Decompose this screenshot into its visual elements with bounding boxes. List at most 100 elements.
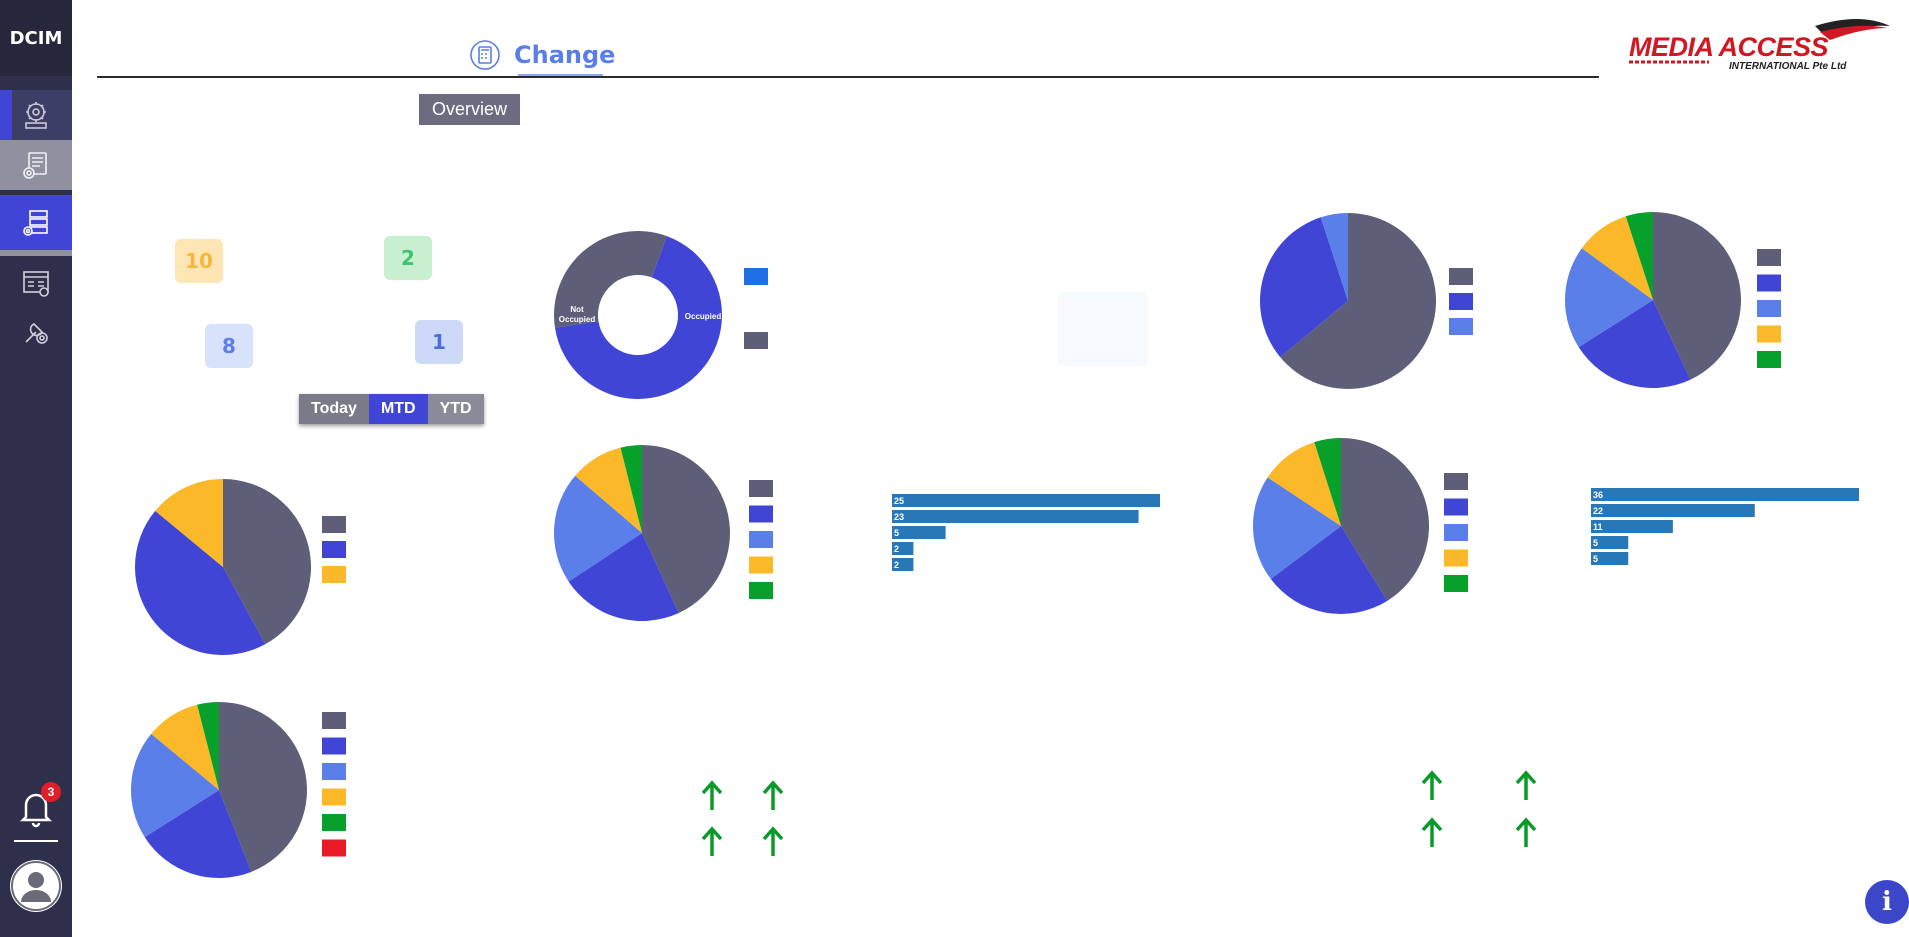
legend-pie-3 xyxy=(1444,473,1468,592)
bar-value-label: 23 xyxy=(894,512,904,522)
legend-donut xyxy=(744,268,768,349)
wrench-gear-icon xyxy=(25,323,48,344)
arrow-up-icon xyxy=(1421,817,1443,847)
period-ytd[interactable]: YTD xyxy=(427,394,484,424)
legend-swatch[interactable] xyxy=(744,268,768,285)
sidebar-item-settings-doc[interactable] xyxy=(0,140,72,190)
bar-value-label: 36 xyxy=(1593,490,1603,500)
notification-badge: 3 xyxy=(41,782,61,802)
sidebar-item-tools[interactable] xyxy=(0,307,72,357)
bar-value-label: 2 xyxy=(894,544,899,554)
legend-swatch[interactable] xyxy=(322,763,346,780)
legend-swatch[interactable] xyxy=(1757,274,1781,292)
legend-swatch[interactable] xyxy=(1757,249,1781,266)
kpi-rejected[interactable]: 1 xyxy=(415,320,463,364)
bar[interactable] xyxy=(1591,504,1755,517)
user-avatar[interactable] xyxy=(10,860,62,912)
legend-swatch[interactable] xyxy=(322,814,346,831)
bar-value-label: 2 xyxy=(894,560,899,570)
media-access-logo: MEDIA ACCESS INTERNATIONAL Pte Ltd xyxy=(1629,19,1890,72)
sidebar-item-dashboard[interactable] xyxy=(0,90,72,140)
chart-pie-6 xyxy=(131,702,308,878)
bar-value-label: 25 xyxy=(894,496,904,506)
kpi-completed[interactable]: 2 xyxy=(384,236,432,280)
overview-button[interactable]: Overview xyxy=(419,94,520,125)
period-today[interactable]: Today xyxy=(299,394,369,424)
svg-text:INTERNATIONAL Pte Ltd: INTERNATIONAL Pte Ltd xyxy=(1729,61,1847,72)
bar[interactable] xyxy=(892,494,1160,507)
legend-swatch[interactable] xyxy=(1757,300,1781,317)
legend-swatch[interactable] xyxy=(1449,268,1473,285)
header-divider xyxy=(97,76,1599,78)
legend-swatch[interactable] xyxy=(749,556,773,574)
sidebar: DCIM 3 xyxy=(0,0,72,937)
chart-pie-3 xyxy=(1253,438,1429,614)
chart-pie-2 xyxy=(554,445,731,621)
legend-swatch[interactable] xyxy=(1449,293,1473,310)
period-selector: Today MTD YTD xyxy=(299,394,484,424)
legend-swatch[interactable] xyxy=(749,582,773,599)
sidebar-divider xyxy=(14,840,58,842)
legend-swatch[interactable] xyxy=(744,332,768,349)
info-button[interactable]: i xyxy=(1865,880,1909,924)
kpi-open[interactable]: 10 xyxy=(175,239,223,283)
legend-swatch[interactable] xyxy=(1757,351,1781,368)
donut-label-occupied: Occupied xyxy=(685,312,722,321)
legend-swatch[interactable] xyxy=(1444,549,1468,567)
chart-donut-occupancy: OccupiedNot Occupied xyxy=(554,230,722,399)
arrow-up-icon xyxy=(762,826,784,856)
legend-swatch[interactable] xyxy=(1449,318,1473,335)
legend-swatch[interactable] xyxy=(749,531,773,548)
legend-swatch[interactable] xyxy=(1444,524,1468,541)
gear-dashboard-icon xyxy=(25,102,47,129)
sidebar-item-network[interactable] xyxy=(0,258,72,308)
legend-swatch[interactable] xyxy=(749,505,773,523)
legend-pie-1 xyxy=(322,516,346,583)
legend-swatch[interactable] xyxy=(322,516,346,533)
kpi-pending[interactable]: 8 xyxy=(205,324,253,368)
period-mtd[interactable]: MTD xyxy=(368,394,428,424)
legend-pie-6 xyxy=(322,712,346,857)
legend-swatch[interactable] xyxy=(1757,325,1781,343)
bar[interactable] xyxy=(1591,488,1859,501)
calculator-icon xyxy=(470,40,500,70)
arrow-up-icon xyxy=(1421,770,1443,800)
legend-pie-4 xyxy=(1757,249,1781,368)
chart-pie-4 xyxy=(1565,212,1741,388)
bar[interactable] xyxy=(892,510,1139,523)
legend-swatch[interactable] xyxy=(322,712,346,729)
faint-placeholder-card xyxy=(1058,292,1148,366)
legend-pie-2 xyxy=(749,480,773,599)
chart-bar-2: 36 22 11 5 5 xyxy=(1591,488,1859,565)
legend-swatch[interactable] xyxy=(322,541,346,558)
chart-pie-1 xyxy=(134,479,311,655)
legend-swatch[interactable] xyxy=(1444,498,1468,516)
svg-text:MEDIA ACCESS: MEDIA ACCESS xyxy=(1629,32,1829,62)
legend-swatch[interactable] xyxy=(322,566,346,583)
legend-swatch[interactable] xyxy=(749,480,773,497)
arrow-up-icon xyxy=(1515,770,1537,800)
chart-bar-1: 25 23 5 2 2 xyxy=(892,494,1160,571)
brand-logo[interactable]: DCIM xyxy=(0,0,72,76)
tab-change[interactable]: Change xyxy=(468,30,615,80)
bar-value-label: 5 xyxy=(1593,538,1598,548)
arrow-up-icon xyxy=(701,780,723,810)
legend-swatch[interactable] xyxy=(1444,575,1468,592)
bar-value-label: 5 xyxy=(894,528,899,538)
sidebar-item-servers[interactable] xyxy=(0,195,72,256)
legend-swatch[interactable] xyxy=(322,839,346,857)
legend-pie-5 xyxy=(1449,268,1473,335)
bar[interactable] xyxy=(892,526,946,539)
legend-swatch[interactable] xyxy=(322,737,346,755)
legend-swatch[interactable] xyxy=(1444,473,1468,490)
bar[interactable] xyxy=(1591,520,1673,533)
tab-change-label: Change xyxy=(514,41,616,69)
settings-document-icon xyxy=(23,152,47,179)
arrow-up-icon xyxy=(1515,817,1537,847)
bar-value-label: 5 xyxy=(1593,554,1598,564)
bar-value-label: 22 xyxy=(1593,506,1603,516)
network-panel-icon xyxy=(23,271,49,297)
legend-swatch[interactable] xyxy=(322,788,346,806)
arrow-up-icon xyxy=(701,826,723,856)
chart-pie-5 xyxy=(1260,213,1436,389)
